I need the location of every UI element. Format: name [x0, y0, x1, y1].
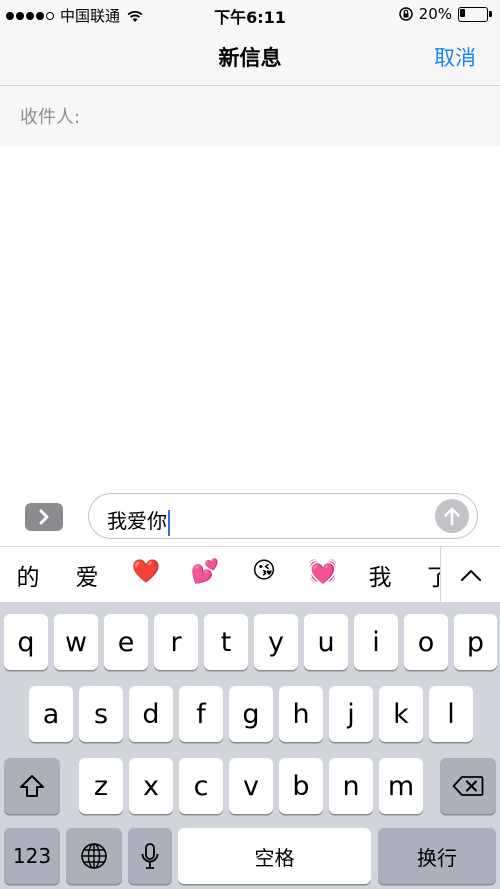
navigation-bar: 新信息 取消 [0, 28, 500, 86]
key-f[interactable]: f [179, 686, 223, 742]
cancel-button[interactable]: 取消 [434, 42, 476, 72]
message-composer: 我爱你 [0, 486, 500, 546]
candidate-list: 的 爱 ❤️ 💕 😘 💓 我 了 [0, 547, 441, 603]
key-i[interactable]: i [354, 614, 398, 670]
candidate-item[interactable]: 爱 [67, 558, 107, 592]
globe-key[interactable] [66, 828, 122, 884]
key-c[interactable]: c [179, 758, 223, 814]
return-key[interactable]: 换行 [378, 828, 496, 884]
keyboard: q w e r t y u i o p a s d f g h j k l z … [0, 602, 500, 889]
rotation-lock-icon [398, 7, 413, 21]
key-p[interactable]: p [454, 614, 497, 670]
battery-icon [458, 6, 492, 22]
candidate-item[interactable]: 💕 [185, 558, 225, 585]
candidate-item[interactable]: ❤️ [126, 558, 166, 585]
candidate-item[interactable]: 的 [8, 558, 48, 592]
microphone-icon [141, 843, 159, 869]
candidate-item[interactable]: 了 [418, 558, 441, 592]
dictation-key[interactable] [128, 828, 172, 884]
recipient-label: 收件人: [20, 107, 81, 128]
key-u[interactable]: u [304, 614, 348, 670]
shift-icon [20, 775, 44, 797]
key-g[interactable]: g [229, 686, 273, 742]
numbers-key[interactable]: 123 [4, 828, 60, 884]
send-button[interactable] [435, 499, 469, 533]
shift-key[interactable] [4, 758, 60, 814]
candidate-bar: 的 爱 ❤️ 💕 😘 💓 我 了 [0, 546, 500, 603]
key-e[interactable]: e [104, 614, 148, 670]
key-w[interactable]: w [54, 614, 98, 670]
candidate-item[interactable]: 😘 [244, 558, 284, 584]
key-s[interactable]: s [79, 686, 123, 742]
key-b[interactable]: b [279, 758, 323, 814]
key-n[interactable]: n [329, 758, 373, 814]
key-t[interactable]: t [204, 614, 248, 670]
text-caret [168, 509, 170, 536]
key-l[interactable]: l [429, 686, 473, 742]
battery-percentage: 20% [418, 5, 452, 23]
backspace-icon [452, 776, 484, 796]
globe-icon [81, 843, 107, 869]
recipient-field[interactable]: 收件人: [0, 86, 500, 146]
expand-apps-button[interactable] [25, 503, 63, 531]
status-right: 20% [398, 5, 492, 23]
key-k[interactable]: k [379, 686, 423, 742]
page-title: 新信息 [218, 46, 282, 70]
key-o[interactable]: o [404, 614, 448, 670]
arrow-up-icon [444, 507, 460, 526]
key-j[interactable]: j [329, 686, 373, 742]
message-input[interactable]: 我爱你 [88, 493, 478, 539]
space-key[interactable]: 空格 [178, 828, 371, 884]
message-text: 我爱你 [107, 505, 170, 536]
expand-candidates-button[interactable] [440, 547, 500, 603]
key-z[interactable]: z [79, 758, 123, 814]
key-x[interactable]: x [129, 758, 173, 814]
key-h[interactable]: h [279, 686, 323, 742]
status-bar: 中国联通 下午6:11 20% [0, 0, 500, 28]
key-d[interactable]: d [129, 686, 173, 742]
key-a[interactable]: a [29, 686, 73, 742]
key-v[interactable]: v [229, 758, 273, 814]
candidate-item[interactable]: 💓 [303, 558, 343, 585]
candidate-item[interactable]: 我 [360, 558, 400, 592]
key-q[interactable]: q [4, 614, 48, 670]
chevron-up-icon [460, 570, 481, 581]
chevron-right-icon [39, 509, 49, 525]
key-m[interactable]: m [379, 758, 423, 814]
key-y[interactable]: y [254, 614, 298, 670]
delete-key[interactable] [440, 758, 496, 814]
key-r[interactable]: r [154, 614, 198, 670]
